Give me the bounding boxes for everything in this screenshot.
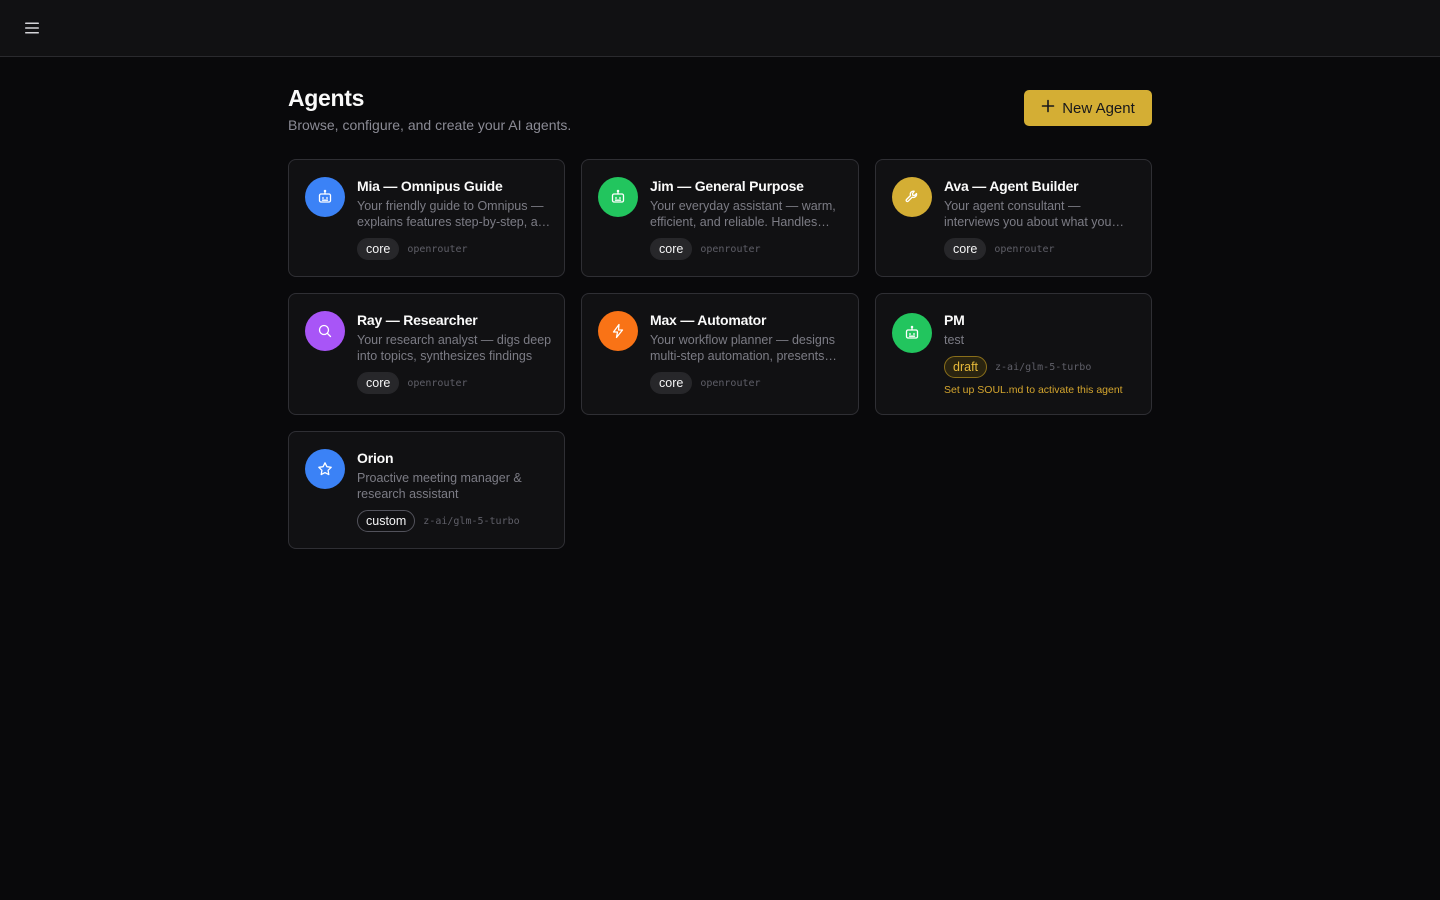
- agent-model: openrouter: [700, 243, 761, 255]
- agent-name: Max — Automator: [650, 312, 767, 328]
- agent-card[interactable]: Mia — Omnipus Guide Your friendly guide t…: [288, 159, 565, 277]
- page-subtitle: Browse, configure, and create your AI ag…: [288, 117, 572, 133]
- agent-name: Jim — General Purpose: [650, 178, 804, 194]
- agent-description: Your friendly guide to Omnipus — explain…: [357, 199, 552, 229]
- lightning-icon: [598, 311, 638, 351]
- agent-model: openrouter: [407, 243, 468, 255]
- agent-badge: core: [357, 238, 400, 260]
- new-agent-label: New Agent: [1062, 99, 1135, 117]
- wrench-icon: [892, 177, 932, 217]
- agent-description: Your research analyst — digs deep into t…: [357, 333, 552, 363]
- agent-card[interactable]: Ray — Researcher Your research analyst — …: [288, 293, 565, 415]
- agent-badge: core: [650, 372, 693, 394]
- top-bar: [0, 0, 1440, 57]
- agent-description: Proactive meeting manager & research ass…: [357, 471, 522, 501]
- new-agent-button[interactable]: New Agent: [1024, 90, 1152, 126]
- agent-name: PM: [944, 312, 965, 328]
- agent-card[interactable]: Ava — Agent Builder Your agent consultant…: [875, 159, 1152, 277]
- page-title: Agents: [288, 85, 365, 111]
- agent-model: openrouter: [407, 377, 468, 389]
- robot-icon: [892, 313, 932, 353]
- agent-model: openrouter: [700, 377, 761, 389]
- agent-badge: core: [650, 238, 693, 260]
- agent-card[interactable]: Max — Automator Your workflow planner — d…: [581, 293, 859, 415]
- hamburger-menu-icon[interactable]: [16, 14, 48, 42]
- agent-meta: core openrouter: [650, 372, 761, 394]
- robot-icon: [598, 177, 638, 217]
- agent-meta: custom z-ai/glm-5-turbo: [357, 510, 520, 532]
- agent-meta: core openrouter: [357, 372, 468, 394]
- agent-badge: core: [357, 372, 400, 394]
- agent-card[interactable]: PM test draft z-ai/glm-5-turbo Set up SOUL.m…: [875, 293, 1152, 415]
- agent-meta: draft z-ai/glm-5-turbo: [944, 356, 1091, 378]
- agent-meta: core openrouter: [944, 238, 1055, 260]
- robot-icon: [305, 177, 345, 217]
- agent-description: Your agent consultant — interviews you a…: [944, 199, 1112, 229]
- plus-icon: [1041, 99, 1055, 117]
- star-icon: [305, 449, 345, 489]
- agent-description: test: [944, 333, 965, 347]
- agent-name: Ray — Researcher: [357, 312, 478, 328]
- agent-name: Ava — Agent Builder: [944, 178, 1079, 194]
- agent-description: Your workflow planner — designs multi-st…: [650, 333, 836, 363]
- agent-model: openrouter: [994, 243, 1055, 255]
- agent-description: Your everyday assistant — warm, efficien…: [650, 199, 836, 229]
- agent-meta: core openrouter: [650, 238, 761, 260]
- agent-meta: core openrouter: [357, 238, 468, 260]
- agent-card[interactable]: Orion Proactive meeting manager & researc…: [288, 431, 565, 549]
- agent-warning: Set up SOUL.md to activate this agent: [944, 384, 1123, 396]
- agent-name: Orion: [357, 450, 394, 466]
- agent-model: z-ai/glm-5-turbo: [995, 361, 1092, 373]
- agent-name: Mia — Omnipus Guide: [357, 178, 503, 194]
- agent-badge: draft: [944, 356, 988, 378]
- search-icon: [305, 311, 345, 351]
- agent-badge: core: [944, 238, 987, 260]
- agent-card[interactable]: Jim — General Purpose Your everyday assis…: [581, 159, 859, 277]
- agent-badge: custom: [357, 510, 416, 532]
- agent-grid: Mia — Omnipus Guide Your friendly guide t…: [288, 159, 1152, 549]
- agent-model: z-ai/glm-5-turbo: [423, 515, 520, 527]
